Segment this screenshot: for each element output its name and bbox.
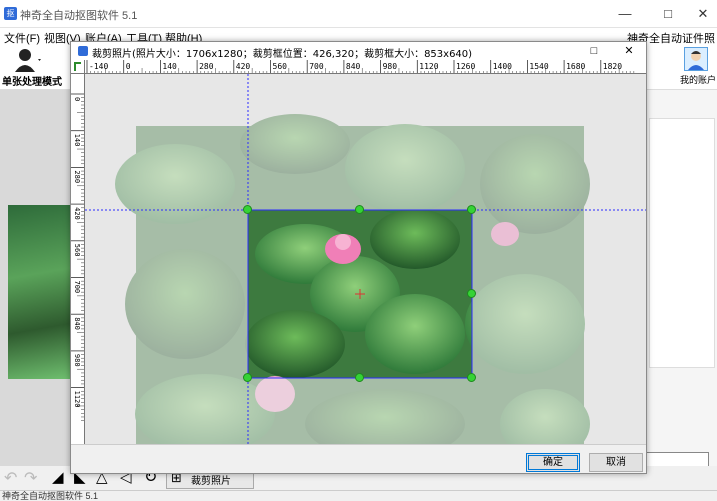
left-preview-panel (0, 90, 70, 490)
main-window-title: 神奇全自动抠图软件 5.1 (20, 10, 138, 22)
ruler-top-label: 280 (199, 62, 214, 71)
ruler-top-label: 140 (162, 62, 177, 71)
ruler-left-label: 700 (73, 281, 81, 294)
ruler-top-ticks: -140 0 140 280 420 560 700 840 980 1120 1260 1400 15… (86, 60, 635, 73)
ruler-top-label: 0 (126, 62, 131, 71)
redo-icon[interactable]: ↷ (24, 468, 37, 488)
photo-svg (85, 74, 646, 444)
status-bar: 神奇全自动抠图软件 5.1 (0, 490, 717, 501)
account-label[interactable]: 我的账户 (680, 73, 716, 86)
dialog-app-icon (78, 46, 88, 56)
ruler-left-label: 420 (73, 207, 81, 220)
ruler-top-label: 700 (309, 62, 324, 71)
main-title-bar: 抠 神奇全自动抠图软件 5.1 — □ ✕ (0, 0, 717, 28)
ruler-left-label: 0 (73, 97, 81, 101)
right-info-box (649, 118, 715, 368)
ruler-top-label: 1260 (456, 62, 475, 71)
right-panel (645, 90, 717, 490)
ruler-corner (71, 60, 85, 74)
dialog-title-bar: 裁剪照片(照片大小：1706x1280；裁剪框位置：426,320；裁剪框大小：… (71, 42, 646, 60)
ruler-top-label: -140 (89, 62, 108, 71)
dialog-maximize-button[interactable]: □ (577, 42, 611, 60)
dialog-close-button[interactable]: ✕ (612, 42, 646, 60)
ruler-left-ticks: 0 140 280 420 560 700 840 980 1120 (71, 93, 84, 421)
ruler-top-label: 1400 (493, 62, 512, 71)
crop-dialog: 裁剪照片(照片大小：1706x1280；裁剪框位置：426,320；裁剪框大小：… (70, 41, 647, 474)
ok-button[interactable]: 确定 (526, 453, 580, 472)
menu-file[interactable]: 文件(F) (4, 30, 40, 46)
ruler-left-label: 140 (73, 134, 81, 147)
crop-handle-top-right[interactable] (467, 205, 476, 214)
crop-handle-top[interactable] (355, 205, 364, 214)
crop-handle-right[interactable] (467, 289, 476, 298)
crop-handle-bottom[interactable] (355, 373, 364, 382)
cancel-button[interactable]: 取消 (589, 453, 643, 472)
crop-handle-bottom-right[interactable] (467, 373, 476, 382)
account-avatar-icon[interactable] (684, 47, 708, 71)
flip-horizontal-icon[interactable]: ◢ (52, 468, 64, 486)
ruler-left-label: 980 (73, 354, 81, 367)
app-icon: 抠 (4, 7, 17, 20)
ruler-top-label: 980 (383, 62, 398, 71)
ruler-left-label: 1120 (73, 391, 81, 408)
corner-marker-icon (74, 62, 81, 71)
dialog-title: 裁剪照片(照片大小：1706x1280；裁剪框位置：426,320；裁剪框大小：… (92, 49, 473, 60)
ruler-left-label: 560 (73, 244, 81, 257)
crop-handle-top-left[interactable] (243, 205, 252, 214)
crop-handle-bottom-left[interactable] (243, 373, 252, 382)
mode-label[interactable]: 单张处理模式 (2, 73, 62, 88)
ruler-top-label: 1820 (603, 62, 622, 71)
ruler-left: 0 140 280 420 560 700 840 980 1120 (71, 74, 85, 444)
ruler-top-label: 560 (273, 62, 288, 71)
minimize-button[interactable]: — (602, 0, 648, 28)
ruler-top-label: 840 (346, 62, 361, 71)
crop-canvas[interactable] (85, 74, 646, 444)
thumbnail-image[interactable] (8, 205, 70, 379)
ruler-top-label: 1540 (529, 62, 548, 71)
user-mode-icon[interactable] (14, 48, 42, 75)
ruler-left-label: 840 (73, 317, 81, 330)
ruler-top-label: 420 (236, 62, 251, 71)
dialog-footer: 确定 取消 (71, 444, 646, 473)
ruler-top-label: 1680 (566, 62, 585, 71)
crop-photo-label: 裁剪照片 (191, 476, 231, 487)
undo-icon[interactable]: ↶ (4, 468, 17, 488)
close-button[interactable]: ✕ (680, 0, 717, 28)
ruler-top: -140 0 140 280 420 560 700 840 980 1120 1260 1400 15… (85, 60, 646, 74)
ruler-top-label: 1120 (419, 62, 438, 71)
ruler-left-label: 280 (73, 170, 81, 183)
